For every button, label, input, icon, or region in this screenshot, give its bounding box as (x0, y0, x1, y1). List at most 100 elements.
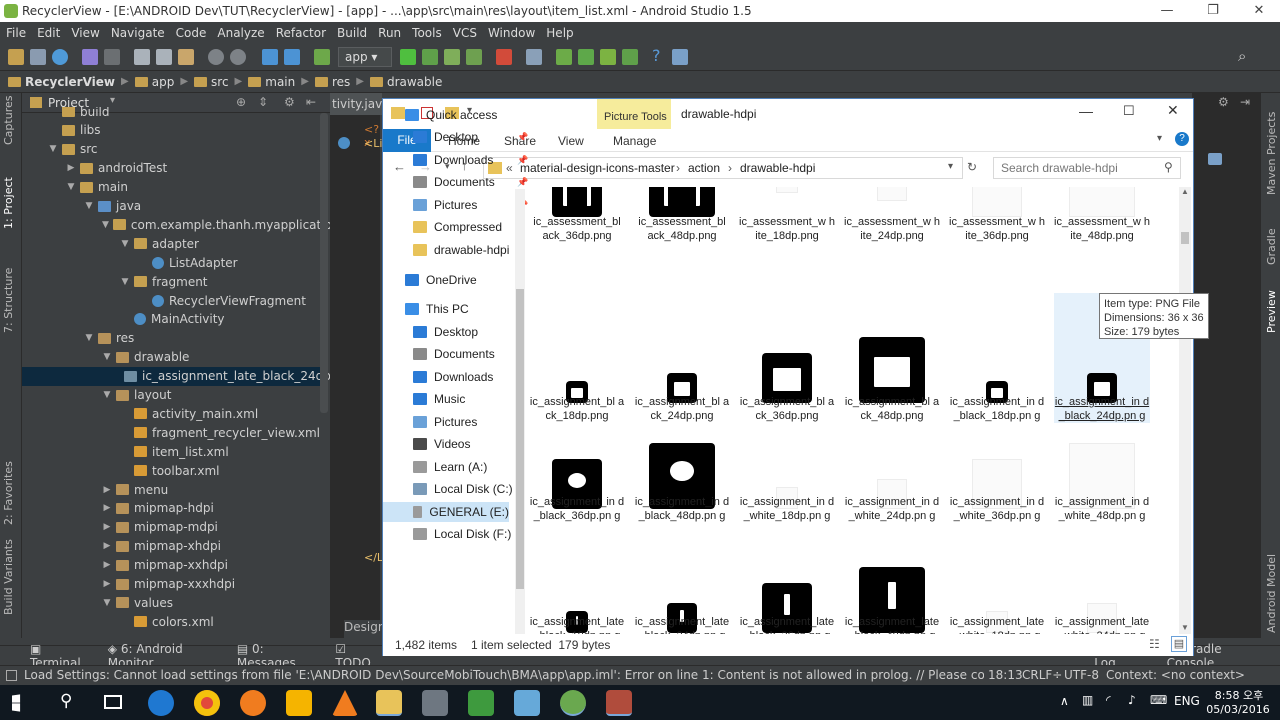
clock-date[interactable]: 05/03/2016 (1206, 703, 1270, 716)
expanded-arrow-icon[interactable]: ▼ (84, 201, 94, 211)
tree-item[interactable]: ▶ mipmap-hdpi (22, 499, 320, 518)
large-icons-view-icon[interactable]: ▤ (1171, 636, 1187, 652)
nav-item[interactable]: Downloads (413, 367, 493, 387)
make-project-icon[interactable] (314, 49, 330, 65)
scroll-down-icon[interactable]: ▼ (1181, 623, 1189, 632)
maven-projects-tab[interactable]: Maven Projects (1265, 112, 1278, 195)
breadcrumb-item[interactable]: res ▶ (314, 75, 364, 89)
back-icon[interactable] (262, 49, 278, 65)
tree-item[interactable]: colors.xml (22, 612, 320, 631)
tree-item[interactable]: ▶ mipmap-xxxhdpi (22, 575, 320, 594)
search-input[interactable]: Search drawable-hdpi ⚲ (993, 157, 1181, 179)
tree-scrollbar[interactable] (320, 113, 328, 413)
nav-item[interactable]: Downloads 📌 (413, 150, 528, 170)
app-icon[interactable] (422, 690, 448, 716)
address-dropdown-icon[interactable]: ▾ (948, 161, 953, 172)
expanded-arrow-icon[interactable]: ▼ (102, 390, 112, 400)
menu-item-refactor[interactable]: Refactor (276, 26, 326, 40)
file-item[interactable]: ic_assignment_in d_white_48dp.pn g (1054, 413, 1150, 543)
expanded-arrow-icon[interactable]: ▼ (66, 182, 76, 192)
help-icon[interactable]: ? (652, 46, 661, 65)
network-icon[interactable]: ▥ (1082, 693, 1093, 707)
stop-icon[interactable] (496, 49, 512, 65)
forward-icon[interactable] (284, 49, 300, 65)
redo-icon[interactable] (104, 49, 120, 65)
pin-icon[interactable]: 📌 (517, 177, 528, 188)
nav-item[interactable]: This PC (405, 299, 469, 319)
collapsed-arrow-icon[interactable]: ▶ (102, 503, 112, 513)
file-item[interactable]: ic_assignment_in d_white_24dp.pn g (844, 413, 940, 543)
menu-item-tools[interactable]: Tools (412, 26, 442, 40)
android-monitor-icon[interactable] (622, 49, 638, 65)
file-item[interactable]: ic_assessment_bl ack_36dp.png (529, 187, 625, 301)
file-item[interactable]: ic_assignment_late _white_24dp.pn g (1054, 533, 1150, 634)
sdk-manager-icon[interactable] (600, 49, 616, 65)
nav-item[interactable]: Local Disk (C:) (413, 479, 513, 499)
file-item[interactable]: ic_assignment_late _black_18dp.pn g (529, 533, 625, 634)
chevron-right-icon[interactable]: › (728, 161, 732, 175)
chevron-right-icon[interactable]: › (676, 161, 680, 175)
file-item[interactable]: ic_assignment_late _black_24dp.pn g (634, 533, 730, 634)
vlc-icon[interactable] (332, 690, 358, 716)
file-item[interactable]: ic_assessment_w hite_36dp.png (949, 187, 1045, 301)
pin-icon[interactable]: 📌 (517, 132, 528, 143)
menu-item-vcs[interactable]: VCS (453, 26, 477, 40)
context-indicator[interactable]: Context: <no context> (1106, 668, 1245, 682)
tree-item[interactable]: ▶ androidTest (22, 159, 320, 178)
android-studio-taskbar-icon[interactable] (560, 690, 586, 716)
find-icon[interactable] (208, 49, 224, 65)
tree-item[interactable]: ▼ com.example.thanh.myapplication (22, 215, 330, 234)
run-icon[interactable] (400, 49, 416, 65)
search-icon[interactable]: ⚲ (60, 691, 72, 711)
file-item[interactable]: ic_assignment_bl ack_18dp.png (529, 293, 625, 423)
tree-item[interactable]: ic_assignment_late_black_24dp.png (22, 366, 330, 386)
breadcrumb-item[interactable]: RecyclerView ▶ (8, 75, 129, 89)
preview-tab[interactable]: Preview (1265, 290, 1278, 333)
tree-item[interactable]: toolbar.xml (22, 461, 320, 480)
file-item[interactable]: ic_assignment_late _white_18dp.pn g (949, 533, 1045, 634)
nav-item[interactable]: Desktop 📌 (413, 127, 528, 147)
menu-item-file[interactable]: File (6, 26, 26, 40)
tree-item[interactable]: ListAdapter (22, 253, 320, 272)
camera-icon[interactable] (1208, 153, 1222, 165)
tab-manage[interactable]: Manage (613, 134, 656, 148)
toolbar-extra-icon[interactable] (672, 49, 688, 65)
expand-ribbon-icon[interactable]: ▾ (1157, 133, 1162, 144)
minimize-icon[interactable]: — (1079, 103, 1093, 119)
nav-item[interactable]: Quick access (405, 105, 497, 125)
menu-item-navigate[interactable]: Navigate (111, 26, 165, 40)
line-separator[interactable]: CRLF÷ (1022, 668, 1062, 682)
clock-time[interactable]: 8:58 오후 (1214, 687, 1264, 703)
menu-item-code[interactable]: Code (176, 26, 207, 40)
menu-item-build[interactable]: Build (337, 26, 367, 40)
structure-tab[interactable]: 7: Structure (2, 268, 15, 333)
tree-item[interactable]: ▼ values (22, 593, 320, 612)
file-item[interactable]: ic_assignment_bl ack_24dp.png (634, 293, 730, 423)
paste-icon[interactable] (178, 49, 194, 65)
nav-scroll-thumb[interactable] (516, 289, 524, 589)
nav-item[interactable]: Compressed (413, 217, 502, 237)
tree-item[interactable]: ▶ mipmap-xhdpi (22, 537, 320, 556)
search-everywhere-icon[interactable]: ⌕ (1238, 47, 1246, 65)
favorites-tab[interactable]: 2: Favorites (2, 461, 15, 525)
design-tab[interactable]: Design (344, 620, 385, 638)
cut-icon[interactable] (134, 49, 150, 65)
captures-tab[interactable]: Captures (2, 96, 15, 145)
coverage-icon[interactable] (466, 49, 482, 65)
menu-item-help[interactable]: Help (546, 26, 573, 40)
help-icon[interactable]: ? (1175, 132, 1189, 146)
editor-area[interactable]: <?x <Li </L (330, 93, 383, 638)
task-view-icon[interactable] (104, 695, 122, 709)
keyboard-icon[interactable]: ⌨ (1150, 693, 1167, 707)
caret-position[interactable]: 18:13 (988, 668, 1023, 682)
wifi-icon[interactable]: ◜ (1106, 693, 1111, 707)
tree-item[interactable]: fragment_recycler_view.xml (22, 423, 320, 442)
file-item[interactable]: ic_assignment_in d_black_36dp.pn g (529, 413, 625, 543)
nav-item[interactable]: Videos (413, 434, 470, 454)
expanded-arrow-icon[interactable]: ▼ (102, 352, 112, 362)
file-item[interactable]: ic_assessment_w hite_24dp.png (844, 187, 940, 301)
address-crumb[interactable]: material-design-icons-master (520, 161, 675, 175)
file-item[interactable]: ic_assignment_late _black_48dp.pn g (844, 533, 940, 634)
file-item[interactable]: ic_assignment_in d_white_18dp.pn g (739, 413, 835, 543)
attach-debugger-icon[interactable] (444, 49, 460, 65)
